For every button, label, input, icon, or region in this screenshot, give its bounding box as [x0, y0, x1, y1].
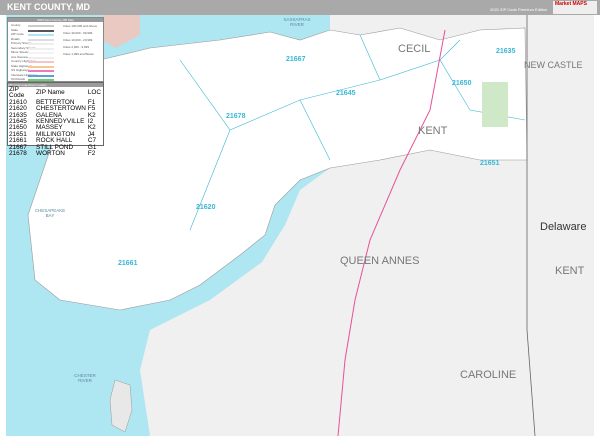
legend-swatch	[28, 79, 54, 81]
state-label-delaware: Delaware	[540, 221, 587, 233]
header-name: ZIP Name	[36, 89, 65, 97]
zip-label: 21645	[336, 90, 356, 97]
zip-label: 21661	[118, 260, 138, 267]
legend-label: Ave./Avenue	[11, 54, 28, 59]
zip-name: WORTON	[36, 150, 65, 158]
header-loc: LOC	[87, 89, 101, 97]
water-label-sassafras-river: SASSAFRAS RIVER	[283, 17, 311, 27]
legend-label: US Highways	[11, 68, 30, 72]
zip-label: 21620	[196, 204, 216, 211]
zip-label: 21678	[226, 113, 246, 120]
edition-label: 2020 ZIP Code Premium Edition	[490, 7, 548, 12]
legend-label: ZIP Code	[11, 32, 24, 36]
legend-title: 2020 Kent County, MD Map	[8, 18, 103, 22]
header-zip: ZIP Code	[9, 86, 25, 100]
legend-city-size: Cities 1,999 and Below	[63, 52, 94, 56]
zip-label: 21651	[480, 160, 500, 167]
water-label-chester-river: CHESTER RIVER	[74, 373, 96, 383]
table-row: 21678 WORTON F2	[9, 150, 103, 158]
logo: Market MAPS	[553, 1, 597, 14]
region-label-kent-md: KENT	[418, 125, 448, 137]
zip-label: 21635	[496, 48, 516, 55]
legend-city-size: Cities 10,000 - 29,999	[63, 38, 93, 42]
legend-label: Roads	[11, 36, 20, 41]
region-label-new-castle: NEW CASTLE	[524, 60, 583, 70]
legend-label: County	[11, 23, 21, 27]
legend-label: Minor Streets	[11, 50, 29, 54]
zip-index-table: ZIP Code ZIP Name LOC 21610 BETTERTON F1 216…	[9, 86, 103, 158]
loc: F2	[87, 150, 96, 158]
map-legend: 2020 Kent County, MD Map County State ZIP …	[7, 17, 104, 82]
region-label-cecil: CECIL	[398, 43, 431, 55]
zip-label: 21667	[286, 56, 306, 63]
region-label-queen-annes: QUEEN ANNES	[340, 255, 420, 267]
legend-label: Toll Roads	[11, 77, 26, 81]
zip-label: 21650	[452, 80, 472, 87]
park-area	[482, 82, 508, 127]
legend-label: State	[11, 27, 19, 32]
legend-city-size: Cities 2,000 - 9,999	[63, 45, 90, 49]
title-bar: KENT COUNTY, MD 2020 ZIP Code Premium Ed…	[0, 0, 600, 15]
table-header: ZIP Code ZIP Name LOC	[9, 86, 103, 100]
page-title: KENT COUNTY, MD	[7, 2, 90, 12]
region-label-caroline: CAROLINE	[460, 369, 517, 381]
zip-code-index: ZIP Code Index/Kent Locator ZIP Code ZIP …	[7, 82, 104, 157]
legend-city-size: Cities 100,000 and Above	[63, 24, 98, 28]
region-label-kent-de: KENT	[555, 265, 585, 277]
zip: 21678	[9, 150, 27, 158]
legend-city-size: Cities 30,000 - 99,999	[63, 31, 93, 35]
water-label-chesapeake-bay: CHESAPEAKE BAY	[34, 208, 66, 218]
